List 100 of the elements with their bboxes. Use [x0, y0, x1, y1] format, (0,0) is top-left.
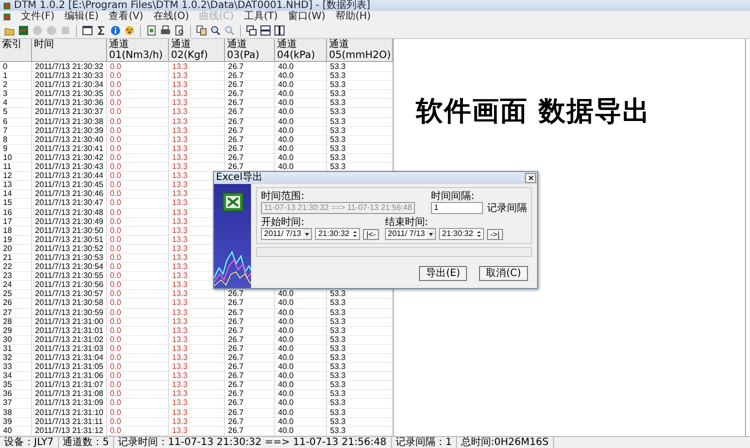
- table-cell: 2011/7/13 21:31:10: [32, 408, 107, 418]
- table-cell: 15: [0, 198, 32, 208]
- table-cell: 39: [0, 416, 32, 427]
- time-spinner[interactable]: 21:30:32: [439, 228, 484, 240]
- table-cell: 2011/7/13 21:30:45: [32, 180, 107, 190]
- table-cell: 26.7: [225, 362, 275, 372]
- table-cell: 26.7: [225, 316, 275, 327]
- palette-icon[interactable]: [124, 25, 135, 36]
- date-picker[interactable]: 2011/ 7/13: [384, 228, 436, 240]
- table-cell: 26.7: [225, 62, 275, 72]
- table-cell: 34: [0, 371, 32, 382]
- column-header[interactable]: 通道03(Pa): [225, 39, 275, 62]
- field-label: 时间间隔:: [431, 191, 476, 202]
- menu-item[interactable]: 查看(V): [108, 11, 144, 23]
- menu-item[interactable]: 文件(F): [21, 11, 55, 23]
- table-cell: 16: [0, 208, 32, 218]
- preview-icon[interactable]: [174, 25, 185, 36]
- window-icon[interactable]: [82, 25, 93, 36]
- table-cell: 40.0: [275, 80, 327, 90]
- zoom-icon[interactable]: [210, 25, 221, 36]
- table-cell: 26.7: [225, 416, 275, 427]
- table-cell: 0.0: [107, 280, 169, 290]
- table-cell: 13.3: [169, 62, 225, 72]
- dialog-button[interactable]: 取消(C): [479, 266, 528, 281]
- table-cell: 2011/7/13 21:30:43: [32, 162, 107, 172]
- table-cell: 13.3: [169, 380, 225, 390]
- menu-item[interactable]: 窗口(W): [288, 11, 326, 23]
- jump-button[interactable]: |<-: [363, 229, 379, 240]
- table-cell: 0.0: [107, 126, 169, 136]
- table-cell: 13.3: [169, 334, 225, 345]
- table-cell: 13.3: [169, 71, 225, 82]
- dialog-button[interactable]: 导出(E): [419, 266, 468, 281]
- copy-icon[interactable]: [196, 25, 207, 36]
- table-cell: 2011/7/13 21:31:07: [32, 380, 107, 390]
- table-cell: 40.0: [275, 62, 327, 72]
- table-cell: 26: [0, 298, 32, 309]
- column-header[interactable]: 索引: [0, 39, 32, 62]
- table-cell: 0: [0, 62, 32, 72]
- menu-item[interactable]: 编辑(E): [64, 11, 99, 23]
- print-icon[interactable]: [160, 25, 171, 36]
- column-header[interactable]: 通道01(Nm3/h): [107, 39, 169, 62]
- table-cell: 2011/7/13 21:30:56: [32, 280, 107, 290]
- tile-horizontal-icon[interactable]: [260, 25, 271, 36]
- tile-vertical-icon[interactable]: [274, 25, 285, 36]
- table-cell: 2011/7/13 21:30:50: [32, 226, 107, 236]
- menu-item[interactable]: 工具(T): [244, 11, 278, 23]
- device-icon[interactable]: [18, 25, 29, 36]
- table-cell: 31: [0, 344, 32, 354]
- table-cell: 40.0: [275, 408, 327, 418]
- table-cell: 13.3: [169, 316, 225, 327]
- table-cell: 40.0: [275, 116, 327, 127]
- table-cell: 2011/7/13 21:31:06: [32, 371, 107, 382]
- column-header[interactable]: 通道04(kPa): [275, 39, 327, 62]
- column-header[interactable]: 通道05(mmH2O): [327, 39, 393, 62]
- jump-button[interactable]: ->|: [487, 229, 503, 240]
- table-cell: 40.0: [275, 398, 327, 409]
- table-cell: 26.7: [225, 98, 275, 108]
- status-text: 记录时间：11-07-13 21:30:32 ==> 11-07-13 21:56:48: [114, 437, 392, 448]
- table-cell: 2011/7/13 21:31:03: [32, 344, 107, 354]
- table-cell: 13.3: [169, 116, 225, 127]
- table-cell: 0.0: [107, 262, 169, 272]
- table-cell: 2011/7/13 21:30:53: [32, 252, 107, 264]
- table-cell: 53.3: [327, 362, 393, 372]
- time-spinner[interactable]: 21:30:32: [315, 228, 360, 240]
- table-cell: 0.0: [107, 380, 169, 390]
- table-cell: 29: [0, 326, 32, 336]
- menu-item[interactable]: 在线(O): [153, 11, 190, 23]
- table-cell: 40.0: [275, 334, 327, 345]
- table-cell: 9: [0, 144, 32, 154]
- close-button[interactable]: [525, 173, 536, 183]
- table-cell: 11: [0, 162, 32, 172]
- date-picker[interactable]: 2011/ 7/13: [261, 228, 312, 240]
- table-cell: 17: [0, 216, 32, 227]
- table-cell: 0.0: [107, 62, 169, 72]
- info-icon[interactable]: [110, 25, 121, 36]
- column-header[interactable]: 时间: [32, 39, 107, 62]
- table-cell: 53.3: [327, 144, 393, 154]
- column-header[interactable]: 通道02(Kgf): [169, 39, 225, 62]
- table-cell: 53.3: [327, 126, 393, 136]
- spreadsheet-icon: [222, 192, 244, 212]
- table-cell: 40.0: [275, 380, 327, 390]
- table-cell: 2011/7/13 21:30:35: [32, 89, 107, 100]
- table-cell: 21: [0, 252, 32, 264]
- table-cell: 26.7: [225, 326, 275, 336]
- table-cell: 53.3: [327, 62, 393, 72]
- table-cell: 0.0: [107, 389, 169, 400]
- input-field[interactable]: 1: [431, 202, 483, 214]
- table-cell: 28: [0, 316, 32, 327]
- table-cell: 2011/7/13 21:31:02: [32, 334, 107, 345]
- field-label: 时间范围:: [261, 191, 306, 202]
- spinner-arrows-icon: [351, 229, 360, 239]
- cascade-icon[interactable]: [246, 25, 257, 36]
- table-cell: 26.7: [225, 398, 275, 409]
- table-cell: 0.0: [107, 244, 169, 254]
- table-cell: 13.3: [169, 126, 225, 136]
- table-cell: 30: [0, 334, 32, 345]
- table-cell: 8: [0, 134, 32, 145]
- menu-item[interactable]: 帮助(H): [335, 11, 371, 23]
- sigma-icon[interactable]: [96, 25, 107, 36]
- document-icon[interactable]: [146, 25, 157, 36]
